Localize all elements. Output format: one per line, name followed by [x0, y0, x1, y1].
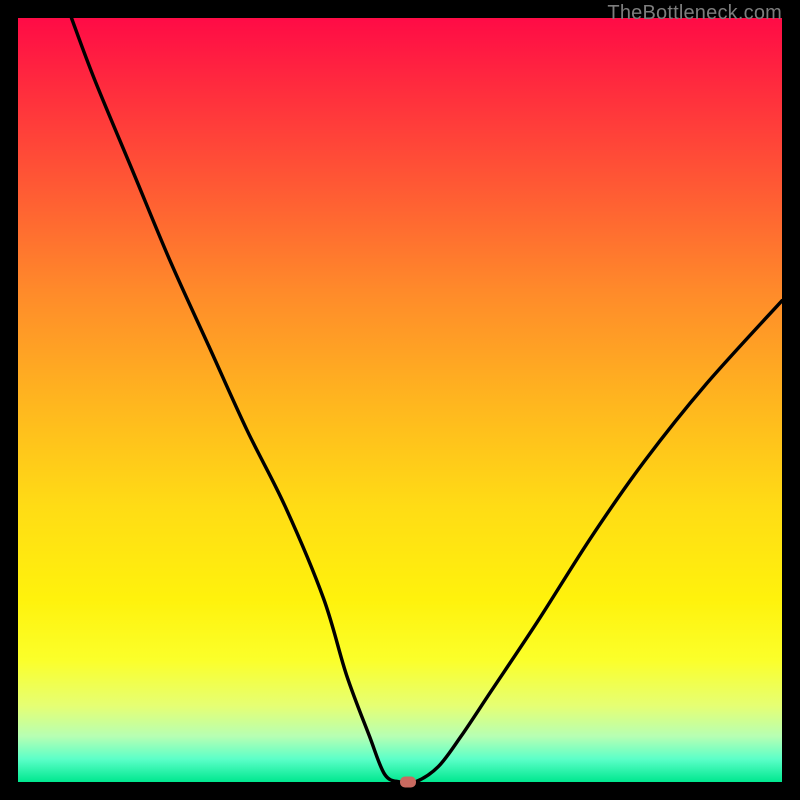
bottleneck-curve	[18, 18, 782, 782]
watermark-text: TheBottleneck.com	[607, 2, 782, 25]
plot-area	[18, 18, 782, 782]
chart-frame: TheBottleneck.com	[0, 0, 800, 800]
optimum-marker	[400, 777, 416, 788]
